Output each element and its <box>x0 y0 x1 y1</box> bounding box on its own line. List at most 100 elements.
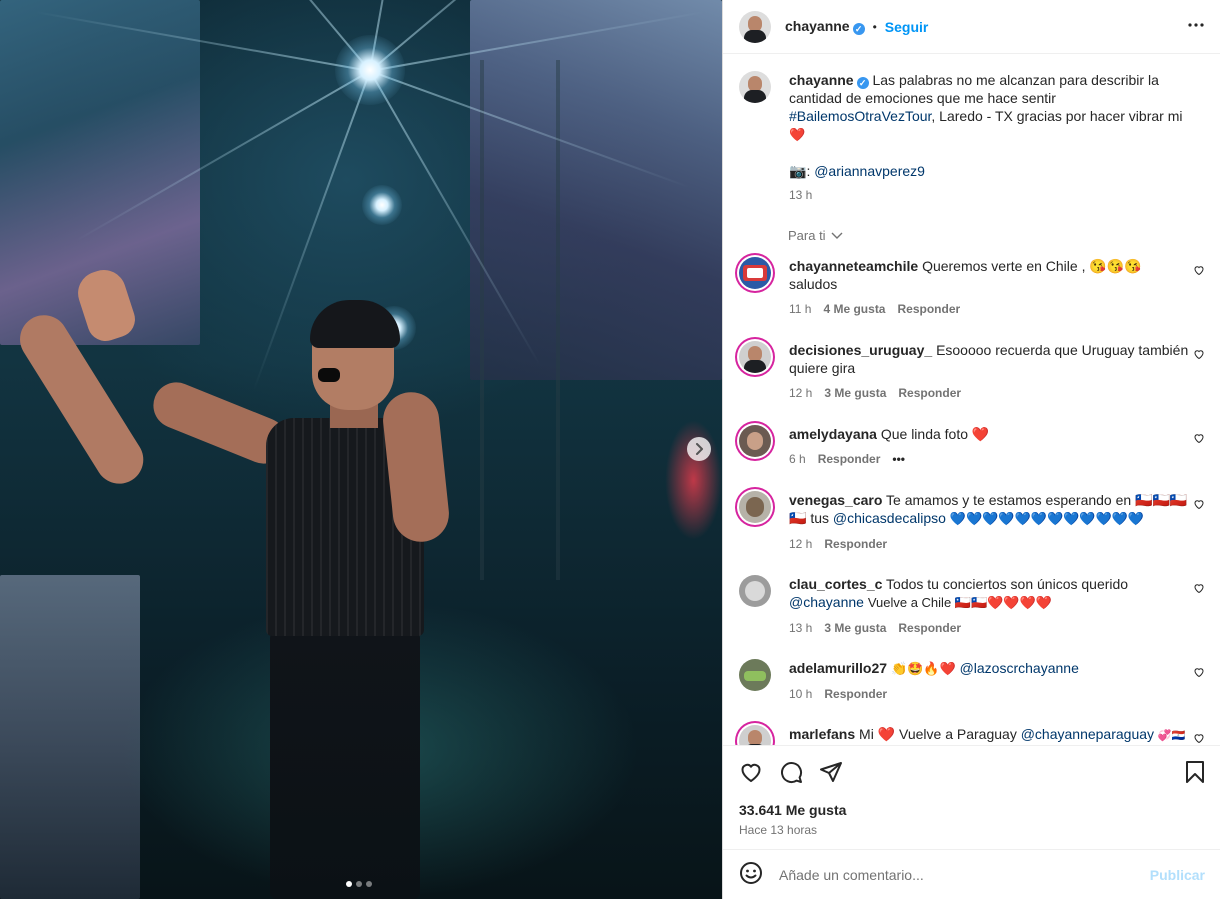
like-comment-button[interactable] <box>1193 497 1205 513</box>
add-comment-bar: Publicar <box>723 849 1220 899</box>
comment-icon <box>781 762 803 784</box>
comment-mention[interactable]: @chicasdecalipso <box>833 510 946 526</box>
heart-icon <box>1194 500 1204 510</box>
share-button[interactable] <box>819 760 843 787</box>
comment-username[interactable]: decisiones_uruguay_ <box>789 342 932 358</box>
comment-text: Todos tu conciertos son únicos querido <box>886 576 1129 592</box>
comment-time: 12 h <box>789 537 813 551</box>
comment-username[interactable]: amelydayana <box>789 426 877 442</box>
caption-username[interactable]: chayanne <box>789 72 854 88</box>
like-comment-button[interactable] <box>1193 347 1205 363</box>
commenter-avatar[interactable] <box>739 659 771 691</box>
heart-icon <box>1194 734 1204 744</box>
chevron-right-icon <box>696 443 703 455</box>
author-username[interactable]: chayanne ✓ <box>785 18 865 35</box>
comment-likes[interactable]: 4 Me gusta <box>823 302 885 316</box>
comment-filter-para-ti[interactable]: Para ti <box>788 228 843 243</box>
carousel-dot <box>346 881 352 887</box>
comment-emoji-tail: 💞🇵🇾 <box>1157 730 1186 742</box>
carousel-dot <box>356 881 362 887</box>
performer-arm <box>10 306 153 493</box>
comment-username[interactable]: adelamurillo27 <box>789 660 887 676</box>
save-button[interactable] <box>1185 760 1205 787</box>
verified-badge-icon: ✓ <box>852 23 865 35</box>
post-actions: 33.641 Me gusta Hace 13 horas <box>723 745 1220 849</box>
comments-scroll-area[interactable]: chayanne ✓ Las palabras no me alcanzan pa… <box>723 55 1220 745</box>
like-comment-button[interactable] <box>1193 581 1205 597</box>
commenter-avatar[interactable] <box>739 575 771 607</box>
comment-likes[interactable]: 3 Me gusta <box>824 621 886 635</box>
photo-credit: 📷: @ariannavperez9 <box>789 163 925 179</box>
carousel-indicator <box>346 881 372 887</box>
reply-button[interactable]: Responder <box>898 621 961 635</box>
comment-more-options[interactable]: ••• <box>892 452 905 466</box>
comment-text: Que linda foto ❤️ <box>880 426 990 442</box>
username[interactable]: chayanne <box>785 18 850 34</box>
comment-mention[interactable]: @chayanne <box>789 594 864 610</box>
reply-button[interactable]: Responder <box>898 386 961 400</box>
comment-username[interactable]: venegas_caro <box>789 492 882 508</box>
emoji-icon <box>740 862 762 884</box>
more-options-button[interactable] <box>1187 16 1205 37</box>
post-header: chayanne ✓ • Seguir <box>723 0 1220 54</box>
comment-button[interactable] <box>779 760 803 787</box>
post-side-panel: chayanne ✓ • Seguir chayanne ✓ Las palabra… <box>722 0 1220 899</box>
comment-username[interactable]: chayanneteamchile <box>789 258 918 274</box>
reply-button[interactable]: Responder <box>897 302 960 316</box>
comment-time: 10 h <box>789 687 813 701</box>
comment-mention[interactable]: @lazoscrchayanne <box>960 660 1079 676</box>
comment-time: 13 h <box>789 621 813 635</box>
commenter-avatar[interactable] <box>739 257 771 289</box>
author-avatar[interactable] <box>739 10 771 43</box>
follow-button[interactable]: Seguir <box>885 19 929 35</box>
like-count[interactable]: 33.641 Me gusta <box>739 802 846 818</box>
reply-button[interactable]: Responder <box>824 687 887 701</box>
comment-time: 6 h <box>789 452 806 466</box>
comment-item: decisiones_uruguay_ Esooooo recuerda que… <box>739 341 1205 402</box>
post-timestamp[interactable]: Hace 13 horas <box>739 823 817 837</box>
reply-button[interactable]: Responder <box>824 537 887 551</box>
comment-item: chayanneteamchile Queremos verte en Chil… <box>739 257 1205 318</box>
commenter-avatar[interactable] <box>739 341 771 373</box>
performer-hair <box>310 300 400 348</box>
reply-button[interactable]: Responder <box>818 452 881 466</box>
comment-username[interactable]: marlefans <box>789 726 855 742</box>
like-comment-button[interactable] <box>1193 431 1205 447</box>
comment-item: amelydayana Que linda foto ❤️ 6 h Respond… <box>739 425 1205 468</box>
like-comment-button[interactable] <box>1193 665 1205 681</box>
heart-icon <box>1194 350 1204 360</box>
caption-hashtag[interactable]: #BailemosOtraVezTour <box>789 108 931 124</box>
comment-time: 11 h <box>789 302 812 316</box>
comment-likes[interactable]: 3 Me gusta <box>824 386 886 400</box>
comment-text: Mi ❤️ Vuelve a Paraguay <box>859 726 1017 742</box>
spotlight <box>335 35 405 105</box>
comment-emoji-tail: Vuelve a Chile 🇨🇱🇨🇱❤️❤️❤️❤️ <box>867 595 1052 610</box>
share-icon <box>820 762 842 782</box>
heart-icon <box>1194 434 1204 444</box>
comment-item: clau_cortes_c Todos tu conciertos son ún… <box>739 575 1205 637</box>
bookmark-icon <box>1186 761 1204 783</box>
performer <box>10 264 470 899</box>
carousel-dot <box>366 881 372 887</box>
like-button[interactable] <box>739 760 763 787</box>
author-avatar[interactable] <box>739 71 771 103</box>
comment-input[interactable] <box>779 866 1139 883</box>
commenter-avatar[interactable] <box>739 425 771 457</box>
publish-button[interactable]: Publicar <box>1150 867 1205 883</box>
photo-credit-mention[interactable]: @ariannavperez9 <box>814 163 925 179</box>
like-comment-button[interactable] <box>1193 263 1205 279</box>
performer-pants <box>270 632 420 899</box>
emoji-picker-button[interactable] <box>739 861 763 888</box>
stage-truss <box>480 60 560 580</box>
commenter-avatar[interactable] <box>739 491 771 523</box>
comment-item: venegas_caro Te amamos y te estamos espe… <box>739 491 1205 553</box>
comment-emoji-tail: 💙💙💙💙💙💙💙💙💙💙💙💙 <box>949 511 1145 526</box>
caption-text-rest: , Laredo - TX gracias por hacer vibrar m… <box>931 108 1183 124</box>
comment-mention[interactable]: @chayanneparaguay <box>1021 726 1154 742</box>
comment-text: 👏🤩🔥❤️ <box>890 661 956 676</box>
next-photo-button[interactable] <box>687 437 711 461</box>
comment-username[interactable]: clau_cortes_c <box>789 576 882 592</box>
like-comment-button[interactable] <box>1193 731 1205 745</box>
commenter-avatar[interactable] <box>739 725 771 745</box>
camera-emoji: 📷 <box>789 163 807 179</box>
